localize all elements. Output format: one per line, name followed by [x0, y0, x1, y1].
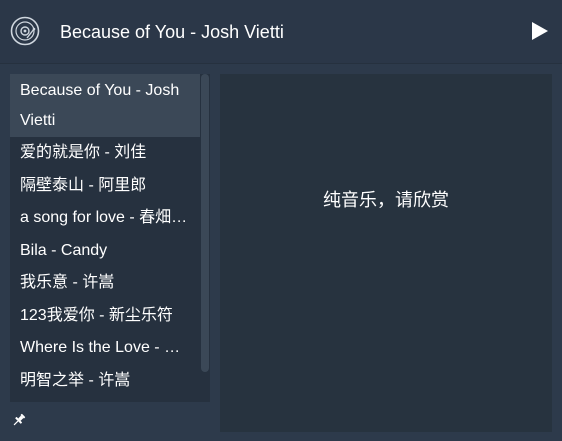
lyrics-panel: 纯音乐，请欣赏	[220, 74, 552, 432]
playlist-item[interactable]: Bila - Candy	[10, 235, 200, 268]
play-button[interactable]	[526, 18, 552, 44]
now-playing-title: Because of You - Josh Vietti	[60, 22, 284, 42]
playlist-item[interactable]: 我乐意 - 许嵩	[10, 267, 200, 300]
pin-icon[interactable]	[11, 412, 27, 428]
play-icon	[532, 22, 548, 40]
playlist-item[interactable]: Because of You - Josh Vietti	[10, 74, 200, 137]
playlist-item[interactable]: 隔壁泰山 - 阿里郎	[10, 170, 200, 203]
playlist-item[interactable]: 明智之举 - 许嵩	[10, 365, 200, 398]
disc-icon	[10, 16, 40, 46]
player-header: Because of You - Josh Vietti	[0, 0, 562, 64]
playlist: Because of You - Josh Vietti 爱的就是你 - 刘佳 …	[10, 74, 210, 402]
playlist-item[interactable]: a song for love - 春畑…	[10, 202, 200, 235]
scrollbar-thumb[interactable]	[201, 74, 209, 372]
playlist-scrollbar[interactable]	[200, 74, 210, 402]
playlist-item[interactable]: 爱的就是你 - 刘佳	[10, 137, 200, 170]
playlist-item[interactable]: 123我爱你 - 新尘乐符	[10, 300, 200, 333]
music-player: Because of You - Josh Vietti Because of …	[0, 0, 562, 441]
lyrics-message: 纯音乐，请欣赏	[323, 190, 449, 210]
playlist-item[interactable]: Where Is the Love - …	[10, 332, 200, 365]
